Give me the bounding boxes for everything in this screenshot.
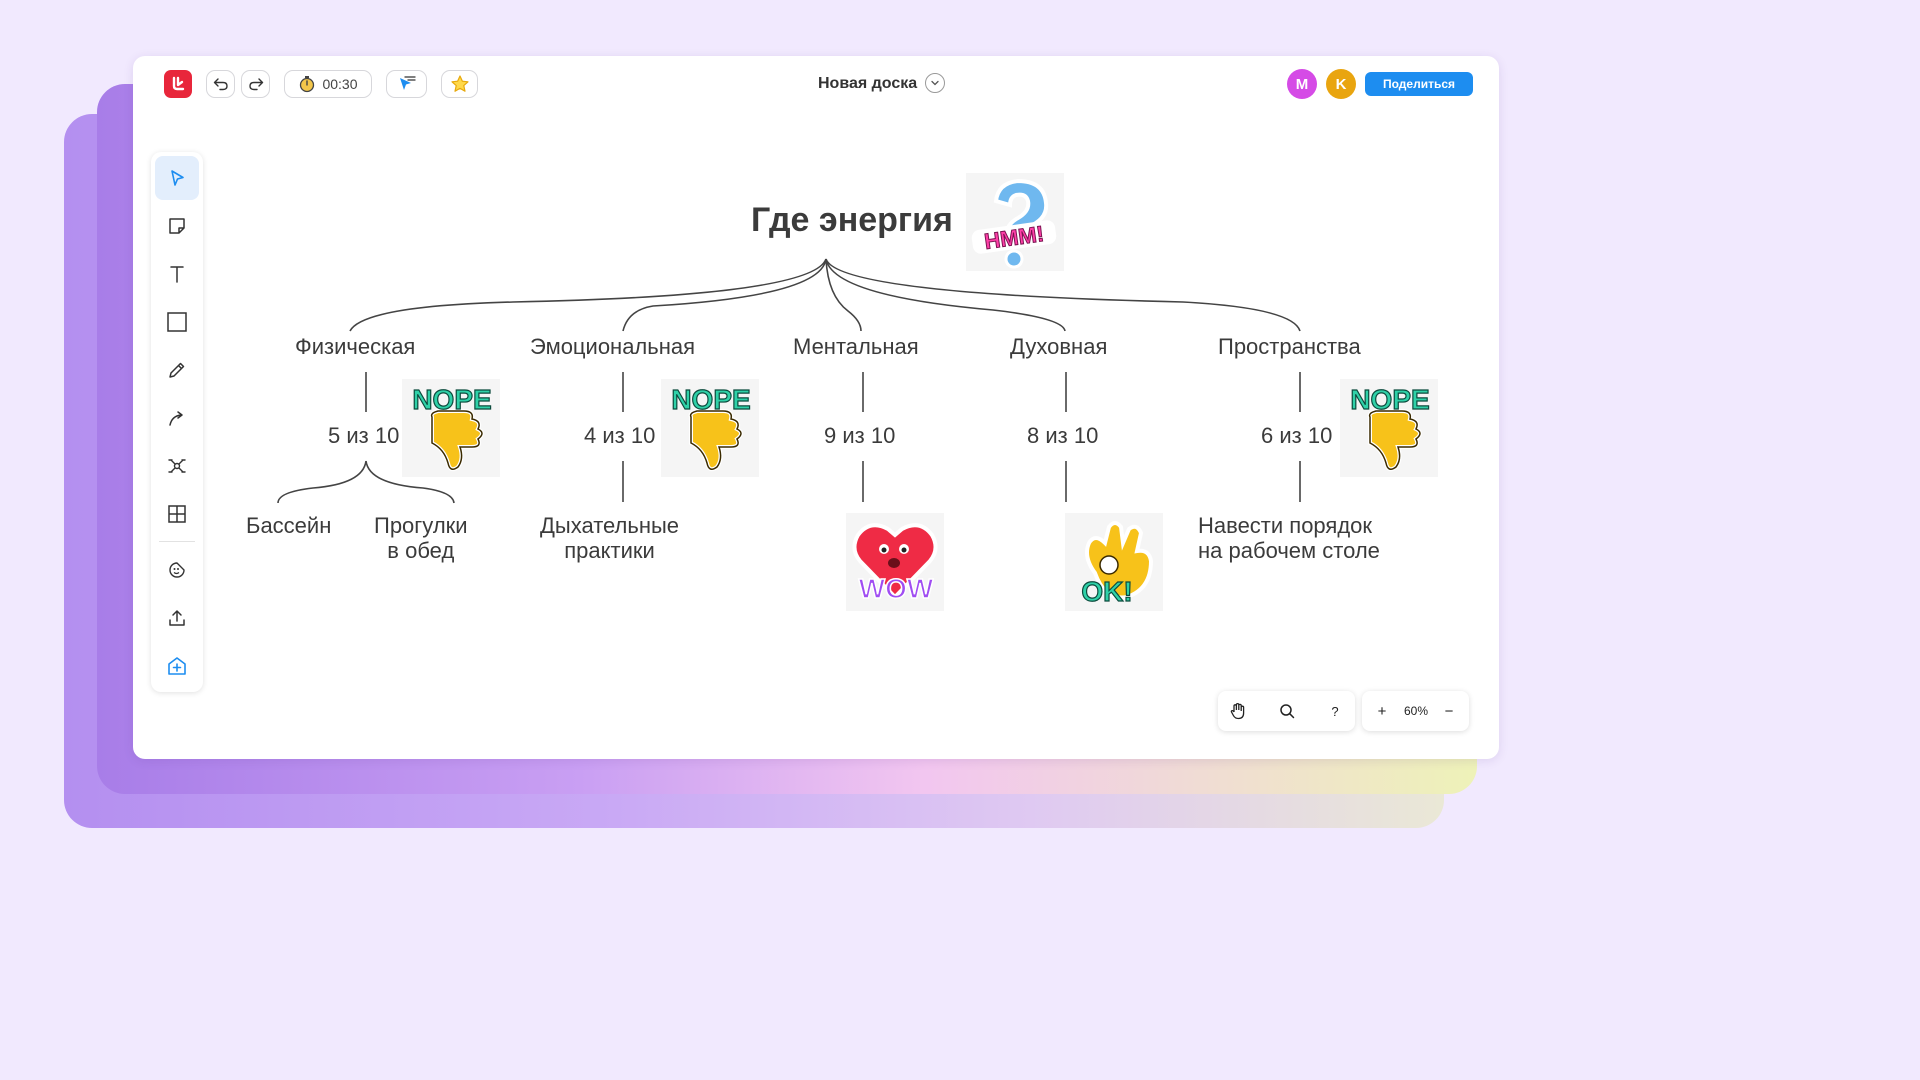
leaf-pool[interactable]: Бассейн: [246, 513, 331, 538]
navigation-controls: ?: [1218, 691, 1355, 731]
hmm-sticker-text: HMM!: [983, 221, 1046, 254]
leaf-breathing-practices[interactable]: Дыхательные практики: [540, 513, 679, 563]
thumbs-down-sticker-icon: NOPE: [1350, 383, 1430, 472]
heart-wow-sticker-icon: WOW: [852, 523, 938, 605]
sticker-wow[interactable]: WOW: [846, 513, 944, 611]
sticker-nope-emotional[interactable]: NOPE: [661, 379, 759, 477]
sticker-ok[interactable]: OK!: [1065, 513, 1163, 611]
sticker-nope-physical[interactable]: NOPE: [402, 379, 500, 477]
score-spaces[interactable]: 6 из 10: [1261, 423, 1332, 449]
wow-sticker-text: WOW: [859, 573, 934, 604]
sticker-nope-spaces[interactable]: NOPE: [1340, 379, 1438, 477]
help-button[interactable]: ?: [1325, 701, 1345, 721]
search-icon: [1280, 704, 1295, 719]
ok-hand-sticker-icon: OK!: [1081, 521, 1154, 608]
nope-text-3: NOPE: [1350, 384, 1429, 415]
leaf-lunch-walks[interactable]: Прогулки в обед: [374, 513, 468, 563]
leaf-tidy-desk[interactable]: Навести порядок на рабочем столе: [1198, 513, 1380, 563]
nope-text-2: NOPE: [671, 384, 750, 415]
sticker-hmm[interactable]: HMM!: [966, 173, 1064, 271]
category-emotional[interactable]: Эмоциональная: [530, 334, 695, 360]
category-physical[interactable]: Физическая: [295, 334, 415, 360]
zoom-controls: + 60% −: [1362, 691, 1469, 731]
zoom-out-button[interactable]: −: [1439, 701, 1459, 721]
nope-text-1: NOPE: [412, 384, 491, 415]
category-spiritual[interactable]: Духовная: [1010, 334, 1107, 360]
score-physical[interactable]: 5 из 10: [328, 423, 399, 449]
score-mental[interactable]: 9 из 10: [824, 423, 895, 449]
category-spaces[interactable]: Пространства: [1218, 334, 1361, 360]
score-emotional[interactable]: 4 из 10: [584, 423, 655, 449]
ok-sticker-text: OK!: [1081, 576, 1132, 607]
thumbs-down-sticker-icon: NOPE: [412, 383, 492, 472]
mindmap-connectors: [277, 258, 1301, 504]
connector-root-emotional: [622, 258, 827, 332]
thumbs-down-sticker-icon: NOPE: [671, 383, 751, 472]
zoom-in-button[interactable]: +: [1372, 701, 1392, 721]
question-mark-sticker-icon: HMM!: [971, 178, 1057, 269]
hand-icon: [1230, 702, 1245, 720]
category-mental[interactable]: Ментальная: [793, 334, 919, 360]
whiteboard-window: 00:30 Новая доска M K Поделиться Где эне…: [133, 56, 1499, 759]
mindmap-root-title[interactable]: Где энергия: [751, 201, 953, 240]
zoom-level: 60%: [1403, 704, 1429, 718]
search-button[interactable]: [1277, 701, 1297, 721]
hand-tool-button[interactable]: [1228, 701, 1248, 721]
score-spiritual[interactable]: 8 из 10: [1027, 423, 1098, 449]
